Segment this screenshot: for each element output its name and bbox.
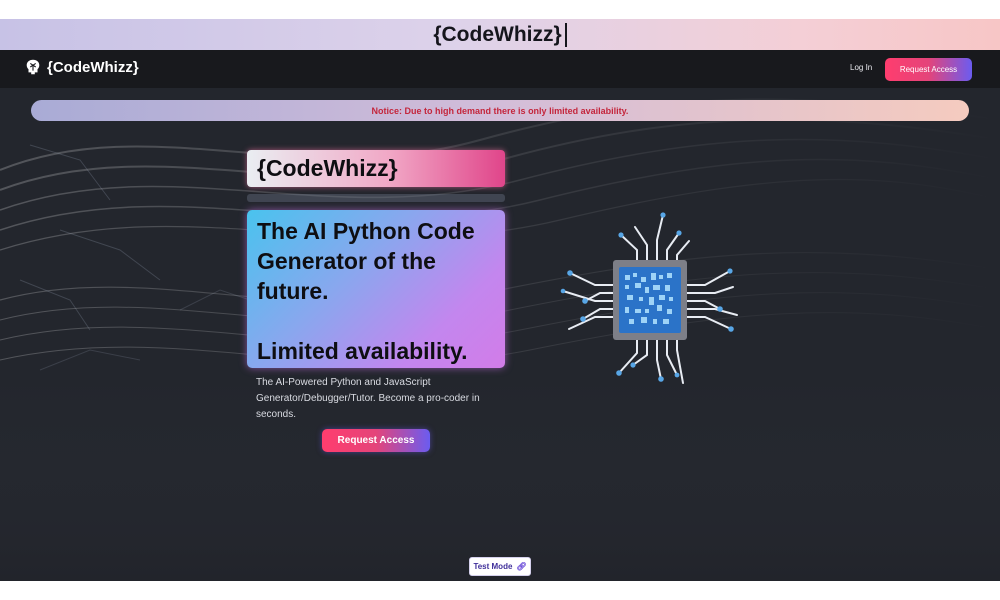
brain-icon: [26, 59, 40, 75]
microchip-icon: [560, 212, 738, 384]
test-mode-label: Test Mode: [473, 562, 513, 571]
hero-description: The AI-Powered Python and JavaScript Gen…: [256, 377, 480, 420]
window-title-bar: {CodeWhizz}: [0, 19, 1000, 50]
app-viewport: {CodeWhizz} Log In Request Access Notice…: [0, 50, 1000, 581]
hero-subheadline: Limited availability.: [257, 338, 468, 364]
nav-request-access-button[interactable]: Request Access: [885, 58, 972, 81]
text-caret: [564, 22, 567, 47]
hero-brand-title: {CodeWhizz}: [257, 155, 398, 181]
hero-request-access-button[interactable]: Request Access: [322, 429, 430, 452]
brand-logo[interactable]: {CodeWhizz}: [24, 58, 139, 76]
hero-headline: The AI Python Code Generator of the futu…: [257, 218, 475, 304]
bottom-strip: [0, 581, 1000, 600]
test-mode-badge[interactable]: Test Mode 🔗︎: [469, 557, 531, 576]
top-strip: [0, 0, 1000, 19]
link-icon: 🔗︎: [516, 562, 527, 571]
window-title: {CodeWhizz}: [433, 22, 562, 46]
brand-name: {CodeWhizz}: [47, 58, 139, 76]
hero-brand-box: {CodeWhizz}: [247, 150, 505, 187]
hero-headline-card: The AI Python Code Generator of the futu…: [247, 210, 505, 368]
hero-divider: [247, 194, 505, 202]
login-link[interactable]: Log In: [850, 63, 872, 72]
notice-text: Notice: Due to high demand there is only…: [371, 105, 629, 116]
notice-banner: Notice: Due to high demand there is only…: [31, 100, 969, 121]
navbar: {CodeWhizz} Log In Request Access: [0, 50, 1000, 88]
